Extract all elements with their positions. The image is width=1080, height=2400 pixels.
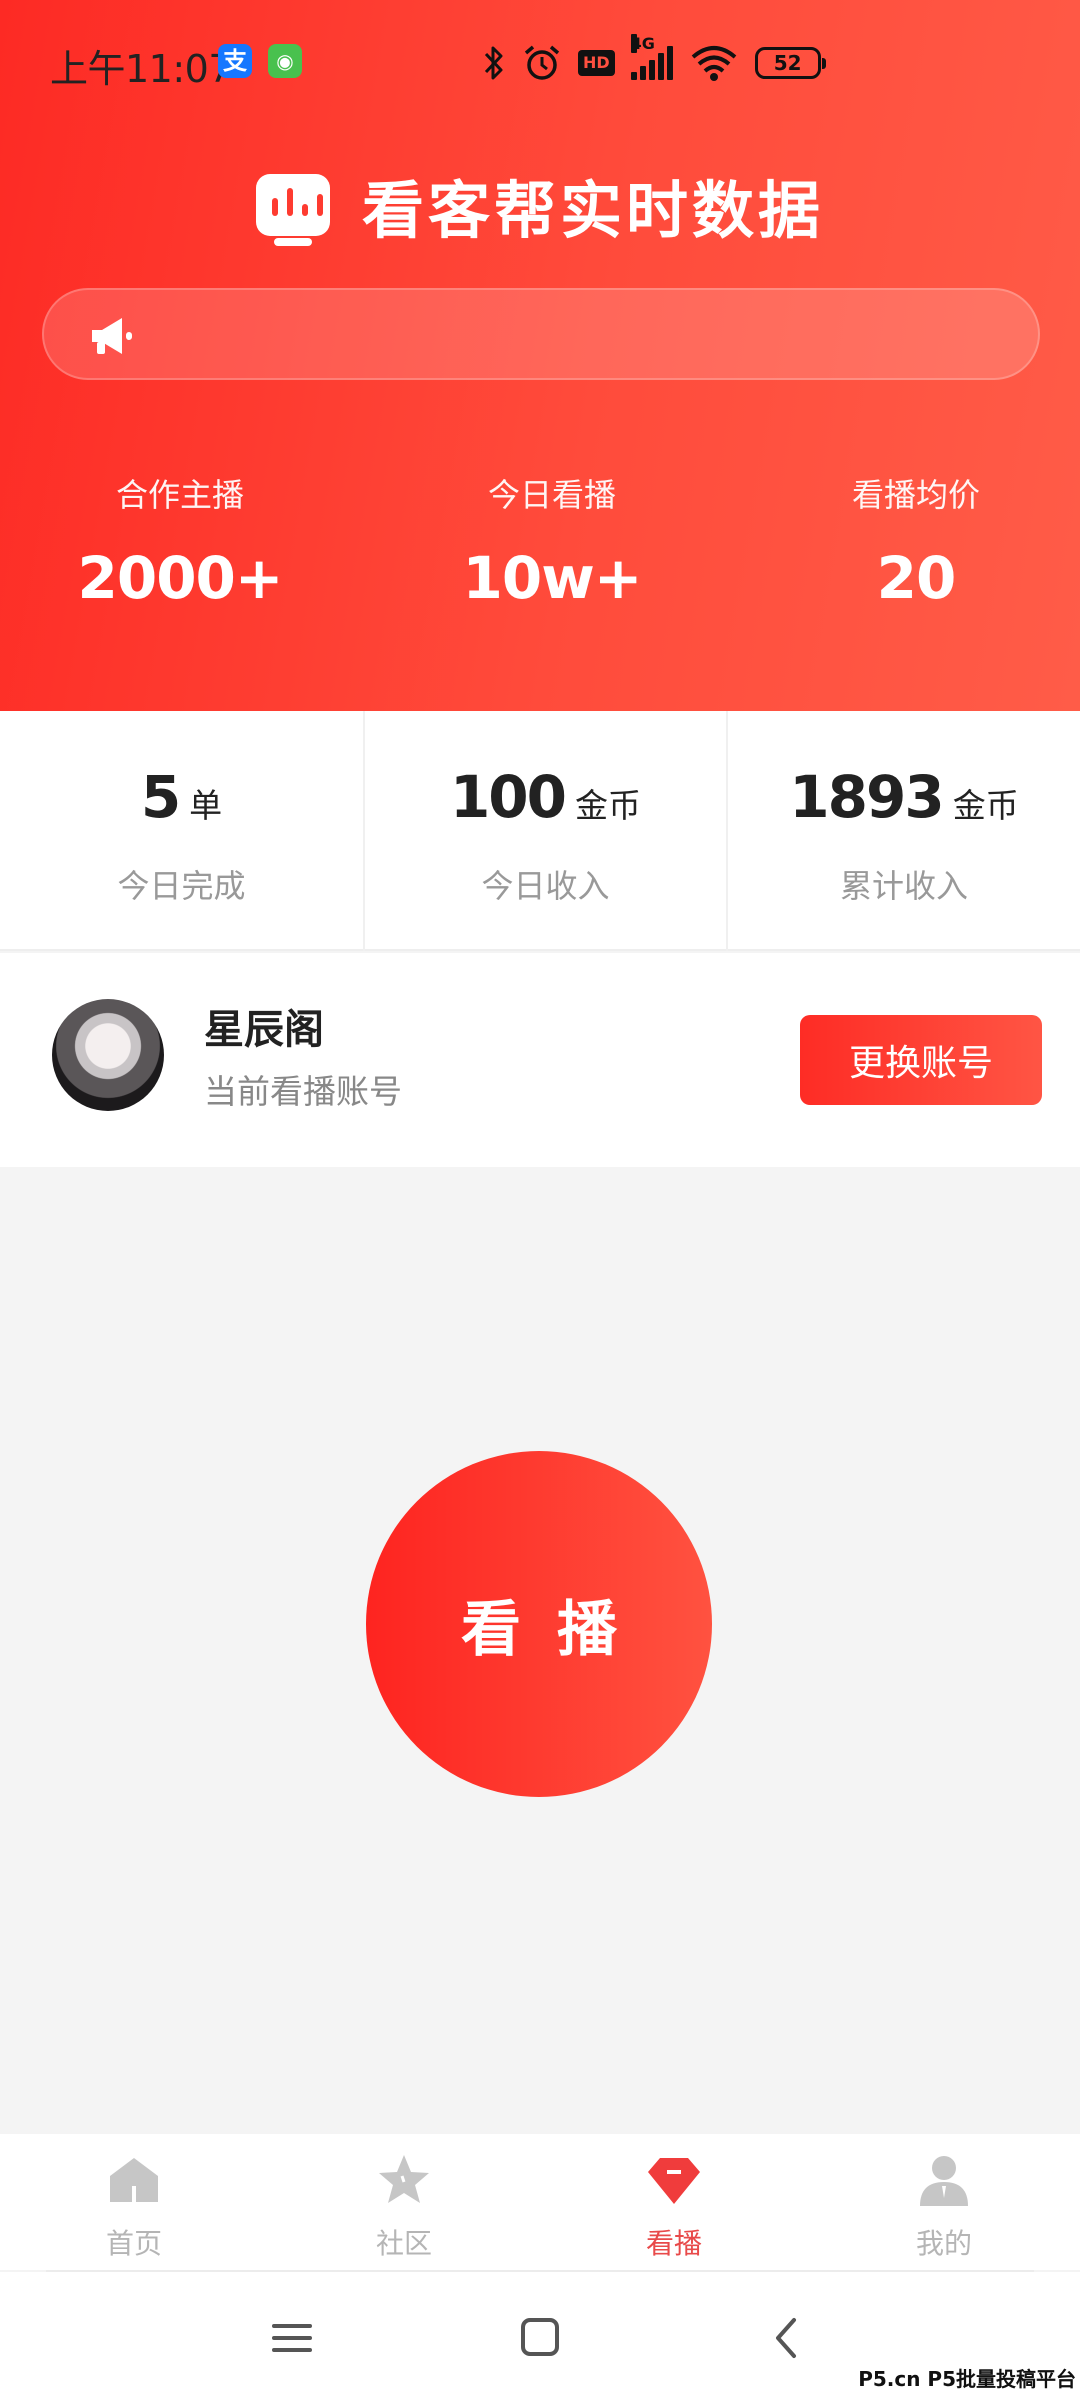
stat-label: 合作主播 — [115, 476, 244, 514]
bottom-tab-bar: 首页 社区 看播 我的 — [0, 2134, 1080, 2272]
header-title-row: 看客帮实时数据 — [0, 160, 1080, 250]
stat-avg-price: 看播均价 20 — [736, 470, 1080, 612]
stat-label: 看播均价 — [851, 476, 980, 514]
tab-label: 社区 — [375, 2227, 432, 2260]
current-account: 星辰阁 当前看播账号 更换账号 — [0, 953, 1080, 1167]
stat-partner-anchors: 合作主播 2000+ — [0, 470, 360, 612]
wifi-icon — [691, 46, 736, 81]
gem-icon — [648, 2158, 700, 2204]
stat-label: 今日看播 — [487, 476, 616, 514]
metric-unit: 单 — [189, 786, 223, 825]
megaphone-icon — [92, 318, 132, 354]
alarm-icon — [524, 45, 560, 80]
metric-number: 1893 — [789, 763, 944, 831]
stat-value: 10w+ — [462, 544, 643, 612]
status-bar: 上午11:07 支 ◉ HD 4G 52 — [0, 0, 1080, 128]
stat-today-views: 今日看播 10w+ — [372, 470, 732, 612]
metric-today-income: 100 金币 今日收入 — [363, 711, 726, 951]
signal-icon: 4G — [630, 34, 673, 80]
tab-home[interactable]: 首页 — [44, 2152, 224, 2262]
status-time: 上午11:07 — [50, 47, 233, 91]
metric-unit: 金币 — [952, 786, 1019, 825]
cat-app-icon: ◉ — [268, 44, 302, 78]
status-icons: HD 4G 52 — [482, 34, 826, 86]
tab-label: 我的 — [915, 2227, 972, 2260]
metric-unit: 金币 — [575, 786, 642, 825]
metric-label: 累计收入 — [839, 867, 968, 905]
announcement-bar[interactable] — [42, 288, 1040, 380]
system-nav-bar: P5.cn P5批量投稿平台 — [0, 2272, 1080, 2400]
stat-value: 2000+ — [77, 544, 283, 612]
metric-total-income: 1893 金币 累计收入 — [726, 711, 1080, 951]
watch-button[interactable]: 看播 — [366, 1451, 712, 1797]
metric-label: 今日收入 — [481, 867, 610, 905]
alipay-icon: 支 — [218, 44, 252, 78]
battery-icon: 52 — [754, 47, 826, 79]
user-icon — [920, 2156, 968, 2206]
bluetooth-icon — [484, 46, 503, 80]
metric-number: 100 — [449, 763, 567, 831]
network-type: 4G — [630, 34, 655, 53]
screen: 上午11:07 支 ◉ HD 4G 52 看客帮实时数据 合作主播 2000+ … — [0, 0, 1080, 2400]
tab-profile[interactable]: 我的 — [854, 2152, 1034, 2262]
chart-logo-icon — [255, 174, 330, 246]
page-title: 看客帮实时数据 — [361, 174, 824, 247]
account-name: 星辰阁 — [204, 1007, 324, 1053]
tab-label: 首页 — [105, 2227, 162, 2260]
stat-value: 20 — [876, 544, 957, 612]
account-subtitle: 当前看播账号 — [204, 1072, 402, 1111]
tab-community[interactable]: 社区 — [314, 2152, 494, 2262]
hd-icon: HD — [578, 50, 615, 76]
switch-account-button[interactable]: 更换账号 — [800, 1015, 1042, 1105]
metric-number: 5 — [140, 763, 181, 831]
back-icon[interactable] — [758, 2310, 818, 2366]
earnings-summary: 5单 今日完成 100 金币 今日收入 1893 金币 累计收入 — [0, 711, 1080, 951]
menu-icon[interactable] — [262, 2310, 322, 2366]
tab-label: 看播 — [645, 2227, 702, 2260]
home-icon — [110, 2158, 158, 2202]
tab-watch[interactable]: 看播 — [584, 2152, 764, 2262]
header-banner: 上午11:07 支 ◉ HD 4G 52 看客帮实时数据 合作主播 2000+ … — [0, 0, 1080, 711]
home-square-icon[interactable] — [510, 2310, 570, 2366]
avatar — [52, 999, 164, 1111]
header-stats: 合作主播 2000+ 今日看播 10w+ 看播均价 20 — [0, 470, 1080, 630]
metric-today-completed: 5单 今日完成 — [0, 711, 363, 951]
star-icon — [379, 2155, 429, 2203]
watermark-text: P5.cn P5批量投稿平台 — [858, 2367, 1076, 2391]
metric-label: 今日完成 — [117, 867, 246, 905]
